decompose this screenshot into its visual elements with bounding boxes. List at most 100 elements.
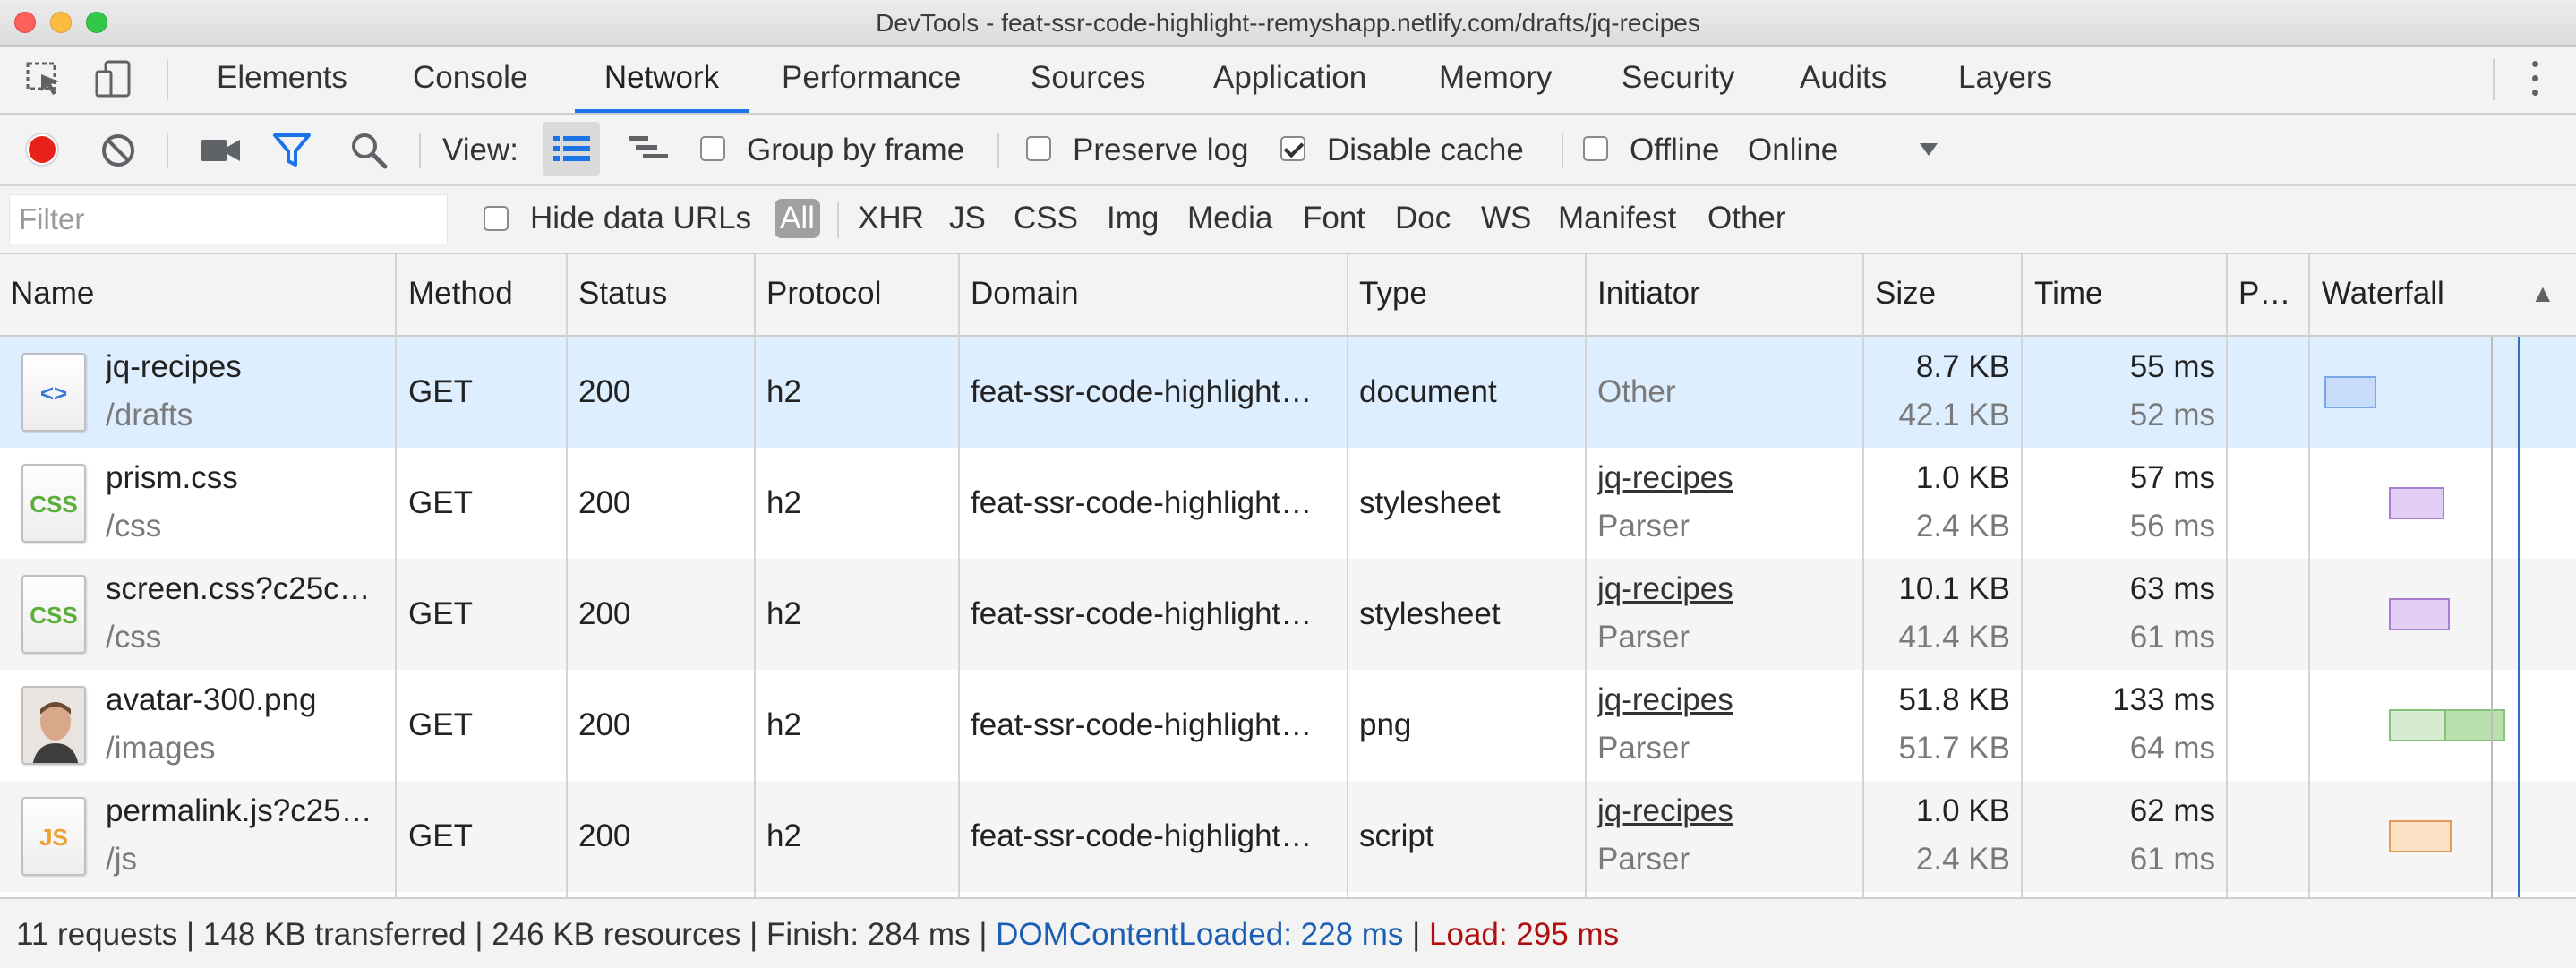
search-icon[interactable] <box>349 131 389 175</box>
filter-icon[interactable] <box>272 133 312 173</box>
request-domain: feat-ssr-code-highlight… <box>971 818 1313 853</box>
filter-type-js[interactable]: JS <box>949 199 986 238</box>
toolbar-divider <box>1562 133 1563 168</box>
request-status: 200 <box>578 707 631 742</box>
filter-bar: Hide data URLs All XHR JS CSS Img Media … <box>0 186 2576 254</box>
waterfall-load-line <box>2518 337 2520 897</box>
filter-type-css[interactable]: CSS <box>1014 199 1078 238</box>
tab-memory[interactable]: Memory <box>1439 47 1552 113</box>
summary-separator: | <box>749 917 758 952</box>
request-name[interactable]: prism.css <box>106 460 389 496</box>
waterfall-bar <box>2389 487 2444 519</box>
request-row[interactable]: JS permalink.js?c25… /js GET 200 h2 feat… <box>0 781 2576 892</box>
summary-transferred: 148 KB transferred <box>202 917 466 952</box>
request-row[interactable]: CSS prism.css /css GET 200 h2 feat-ssr-c… <box>0 448 2576 559</box>
toolbar-divider <box>419 133 421 168</box>
column-header-domain[interactable]: Domain <box>971 276 1079 312</box>
request-type: stylesheet <box>1359 596 1501 631</box>
column-divider <box>754 254 756 897</box>
filter-type-img[interactable]: Img <box>1107 199 1159 238</box>
request-name[interactable]: avatar-300.png <box>106 682 389 718</box>
filter-type-doc[interactable]: Doc <box>1395 199 1451 238</box>
request-name[interactable]: permalink.js?c25… <box>106 793 389 829</box>
filter-type-all[interactable]: All <box>775 199 820 238</box>
summary-separator: | <box>1412 917 1421 952</box>
tab-sources[interactable]: Sources <box>1031 47 1145 113</box>
request-name[interactable]: screen.css?c25c… <box>106 571 389 607</box>
filter-type-xhr[interactable]: XHR <box>858 199 924 238</box>
tab-performance[interactable]: Performance <box>782 47 961 113</box>
column-header-size[interactable]: Size <box>1875 276 1936 312</box>
filter-type-media[interactable]: Media <box>1187 199 1272 238</box>
tab-application[interactable]: Application <box>1213 47 1366 113</box>
preserve-log-checkbox[interactable] <box>1026 136 1051 161</box>
request-initiator[interactable]: jq-recipes <box>1597 571 1733 607</box>
request-type: script <box>1359 818 1434 853</box>
request-domain: feat-ssr-code-highlight… <box>971 485 1313 520</box>
column-header-initiator[interactable]: Initiator <box>1597 276 1700 312</box>
request-latency: 52 ms <box>2129 398 2215 433</box>
capture-screenshots-icon[interactable] <box>199 134 242 169</box>
column-header-priority[interactable]: P… <box>2238 276 2290 312</box>
filter-input[interactable] <box>9 194 448 244</box>
column-header-protocol[interactable]: Protocol <box>766 276 881 312</box>
request-initiator[interactable]: jq-recipes <box>1597 460 1733 496</box>
sort-ascending-icon[interactable]: ▲ <box>2530 279 2555 308</box>
large-request-rows-button[interactable] <box>543 122 600 176</box>
throttling-select[interactable]: Online <box>1748 133 1838 168</box>
overview-waterfall-button[interactable] <box>620 122 677 176</box>
request-protocol: h2 <box>766 596 801 631</box>
request-initiator-type: Parser <box>1597 620 1690 655</box>
device-toolbar-icon[interactable] <box>93 59 134 105</box>
request-domain: feat-ssr-code-highlight… <box>971 596 1313 631</box>
column-header-type[interactable]: Type <box>1359 276 1427 312</box>
request-row[interactable]: <> jq-recipes /drafts GET 200 h2 feat-ss… <box>0 337 2576 448</box>
clear-icon[interactable] <box>100 133 136 173</box>
html-document-icon: <> <box>21 353 86 432</box>
group-by-frame-checkbox[interactable] <box>700 136 725 161</box>
tab-audits[interactable]: Audits <box>1800 47 1887 113</box>
request-initiator[interactable]: jq-recipes <box>1597 682 1733 718</box>
column-divider <box>1347 254 1348 897</box>
tab-elements[interactable]: Elements <box>217 47 347 113</box>
summary-load: Load: 295 ms <box>1428 917 1620 952</box>
column-header-status[interactable]: Status <box>578 276 667 312</box>
toolbar-divider <box>2493 59 2495 100</box>
request-initiator-type: Parser <box>1597 731 1690 766</box>
column-divider <box>1585 254 1587 897</box>
dropdown-arrow-icon[interactable] <box>1918 141 1939 162</box>
request-row[interactable]: CSS screen.css?c25c… /css GET 200 h2 fea… <box>0 559 2576 670</box>
column-header-method[interactable]: Method <box>408 276 513 312</box>
hide-data-urls-checkbox[interactable] <box>484 206 509 231</box>
column-header-name[interactable]: Name <box>11 276 94 312</box>
request-path: /js <box>106 842 137 877</box>
inspect-element-icon[interactable] <box>25 59 66 105</box>
offline-label: Offline <box>1630 133 1720 167</box>
record-button[interactable] <box>23 131 61 173</box>
column-divider <box>395 254 397 897</box>
column-header-waterfall[interactable]: Waterfall <box>2322 276 2444 312</box>
disable-cache-checkbox[interactable] <box>1280 136 1305 161</box>
more-options-icon[interactable] <box>2530 61 2539 100</box>
request-row[interactable]: avatar-300.png /images GET 200 h2 feat-s… <box>0 670 2576 781</box>
column-header-time[interactable]: Time <box>2034 276 2102 312</box>
filter-type-other[interactable]: Other <box>1707 199 1786 238</box>
view-label: View: <box>442 133 518 167</box>
offline-checkbox[interactable] <box>1583 136 1608 161</box>
tab-layers[interactable]: Layers <box>1958 47 2052 113</box>
tab-console[interactable]: Console <box>413 47 527 113</box>
filter-type-manifest[interactable]: Manifest <box>1558 199 1676 238</box>
waterfall-bar-download <box>2444 709 2505 741</box>
filter-type-font[interactable]: Font <box>1303 199 1365 238</box>
window-title: DevTools - feat-ssr-code-highlight--remy… <box>876 9 1700 37</box>
request-size-transferred: 51.8 KB <box>1898 682 2010 717</box>
filter-type-ws[interactable]: WS <box>1481 199 1531 238</box>
request-initiator[interactable]: jq-recipes <box>1597 793 1733 829</box>
column-divider <box>1862 254 1864 897</box>
request-method: GET <box>408 707 473 742</box>
request-name[interactable]: jq-recipes <box>106 349 389 385</box>
column-divider <box>2226 254 2228 897</box>
toolbar-divider <box>997 133 999 168</box>
tab-security[interactable]: Security <box>1622 47 1734 113</box>
tab-network[interactable]: Network <box>575 47 749 113</box>
